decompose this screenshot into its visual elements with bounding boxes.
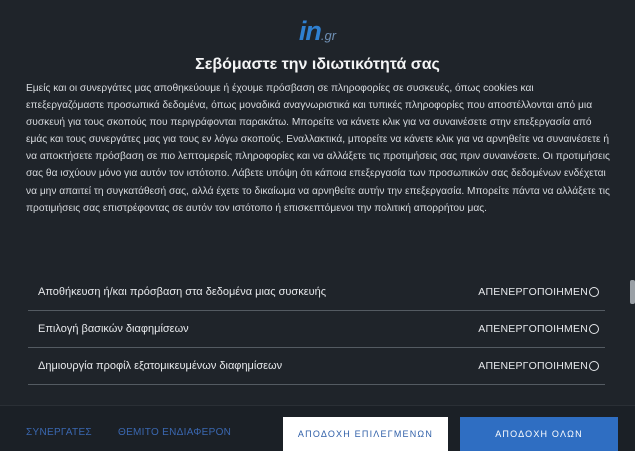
purpose-label: Επιλογή βασικών διαφημίσεων [38, 323, 189, 335]
toggle-circle-icon [589, 361, 599, 371]
purpose-status: ΑΠΕΝΕΡΓΟΠΟΙΗΜΕΝ [478, 286, 588, 298]
purpose-toggle[interactable]: ΑΠΕΝΕΡΓΟΠΟΙΗΜΕΝ [478, 360, 605, 372]
accept-all-button[interactable]: ΑΠΟΔΟΧΗ ΟΛΩΝ [460, 417, 618, 451]
purpose-row-personalised-ads-profile[interactable]: Δημιουργία προφίλ εξατομικευμένων διαφημ… [28, 348, 605, 385]
purpose-row-storage[interactable]: Αποθήκευση ή/και πρόσβαση στα δεδομένα μ… [28, 274, 605, 311]
scrollbar-thumb[interactable] [630, 280, 635, 304]
purpose-toggle[interactable]: ΑΠΕΝΕΡΓΟΠΟΙΗΜΕΝ [478, 286, 605, 298]
toggle-circle-icon [589, 287, 599, 297]
consent-description: Εμείς και οι συνεργάτες μας αποθηκεύουμε… [26, 83, 610, 214]
purpose-label: Αποθήκευση ή/και πρόσβαση στα δεδομένα μ… [38, 286, 327, 298]
partners-link[interactable]: ΣΥΝΕΡΓΑΤΕΣ [26, 427, 92, 438]
site-logo: in.gr [0, 16, 635, 47]
purpose-row-basic-ads[interactable]: Επιλογή βασικών διαφημίσεων ΑΠΕΝΕΡΓΟΠΟΙΗ… [28, 311, 605, 348]
purpose-list: Αποθήκευση ή/και πρόσβαση στα δεδομένα μ… [28, 274, 605, 385]
consent-dialog: in.gr Σεβόμαστε την ιδιωτικότητά σας Εμε… [0, 0, 635, 451]
logo-main: in [298, 16, 322, 46]
legitimate-interest-link[interactable]: ΘΕΜΙΤΟ ΕΝΔΙΑΦΕΡΟΝ [118, 427, 231, 438]
toggle-circle-icon [589, 324, 599, 334]
purpose-label: Δημιουργία προφίλ εξατομικευμένων διαφημ… [38, 360, 283, 372]
purpose-status: ΑΠΕΝΕΡΓΟΠΟΙΗΜΕΝ [478, 323, 588, 335]
accept-selected-button[interactable]: ΑΠΟΔΟΧΗ ΕΠΙΛΕΓΜΕΝΩΝ [283, 417, 448, 451]
purpose-toggle[interactable]: ΑΠΕΝΕΡΓΟΠΟΙΗΜΕΝ [478, 323, 605, 335]
logo-tld: .gr [320, 28, 337, 43]
purpose-status: ΑΠΕΝΕΡΓΟΠΟΙΗΜΕΝ [478, 360, 588, 372]
dialog-title: Σεβόμαστε την ιδιωτικότητά σας [195, 56, 440, 73]
